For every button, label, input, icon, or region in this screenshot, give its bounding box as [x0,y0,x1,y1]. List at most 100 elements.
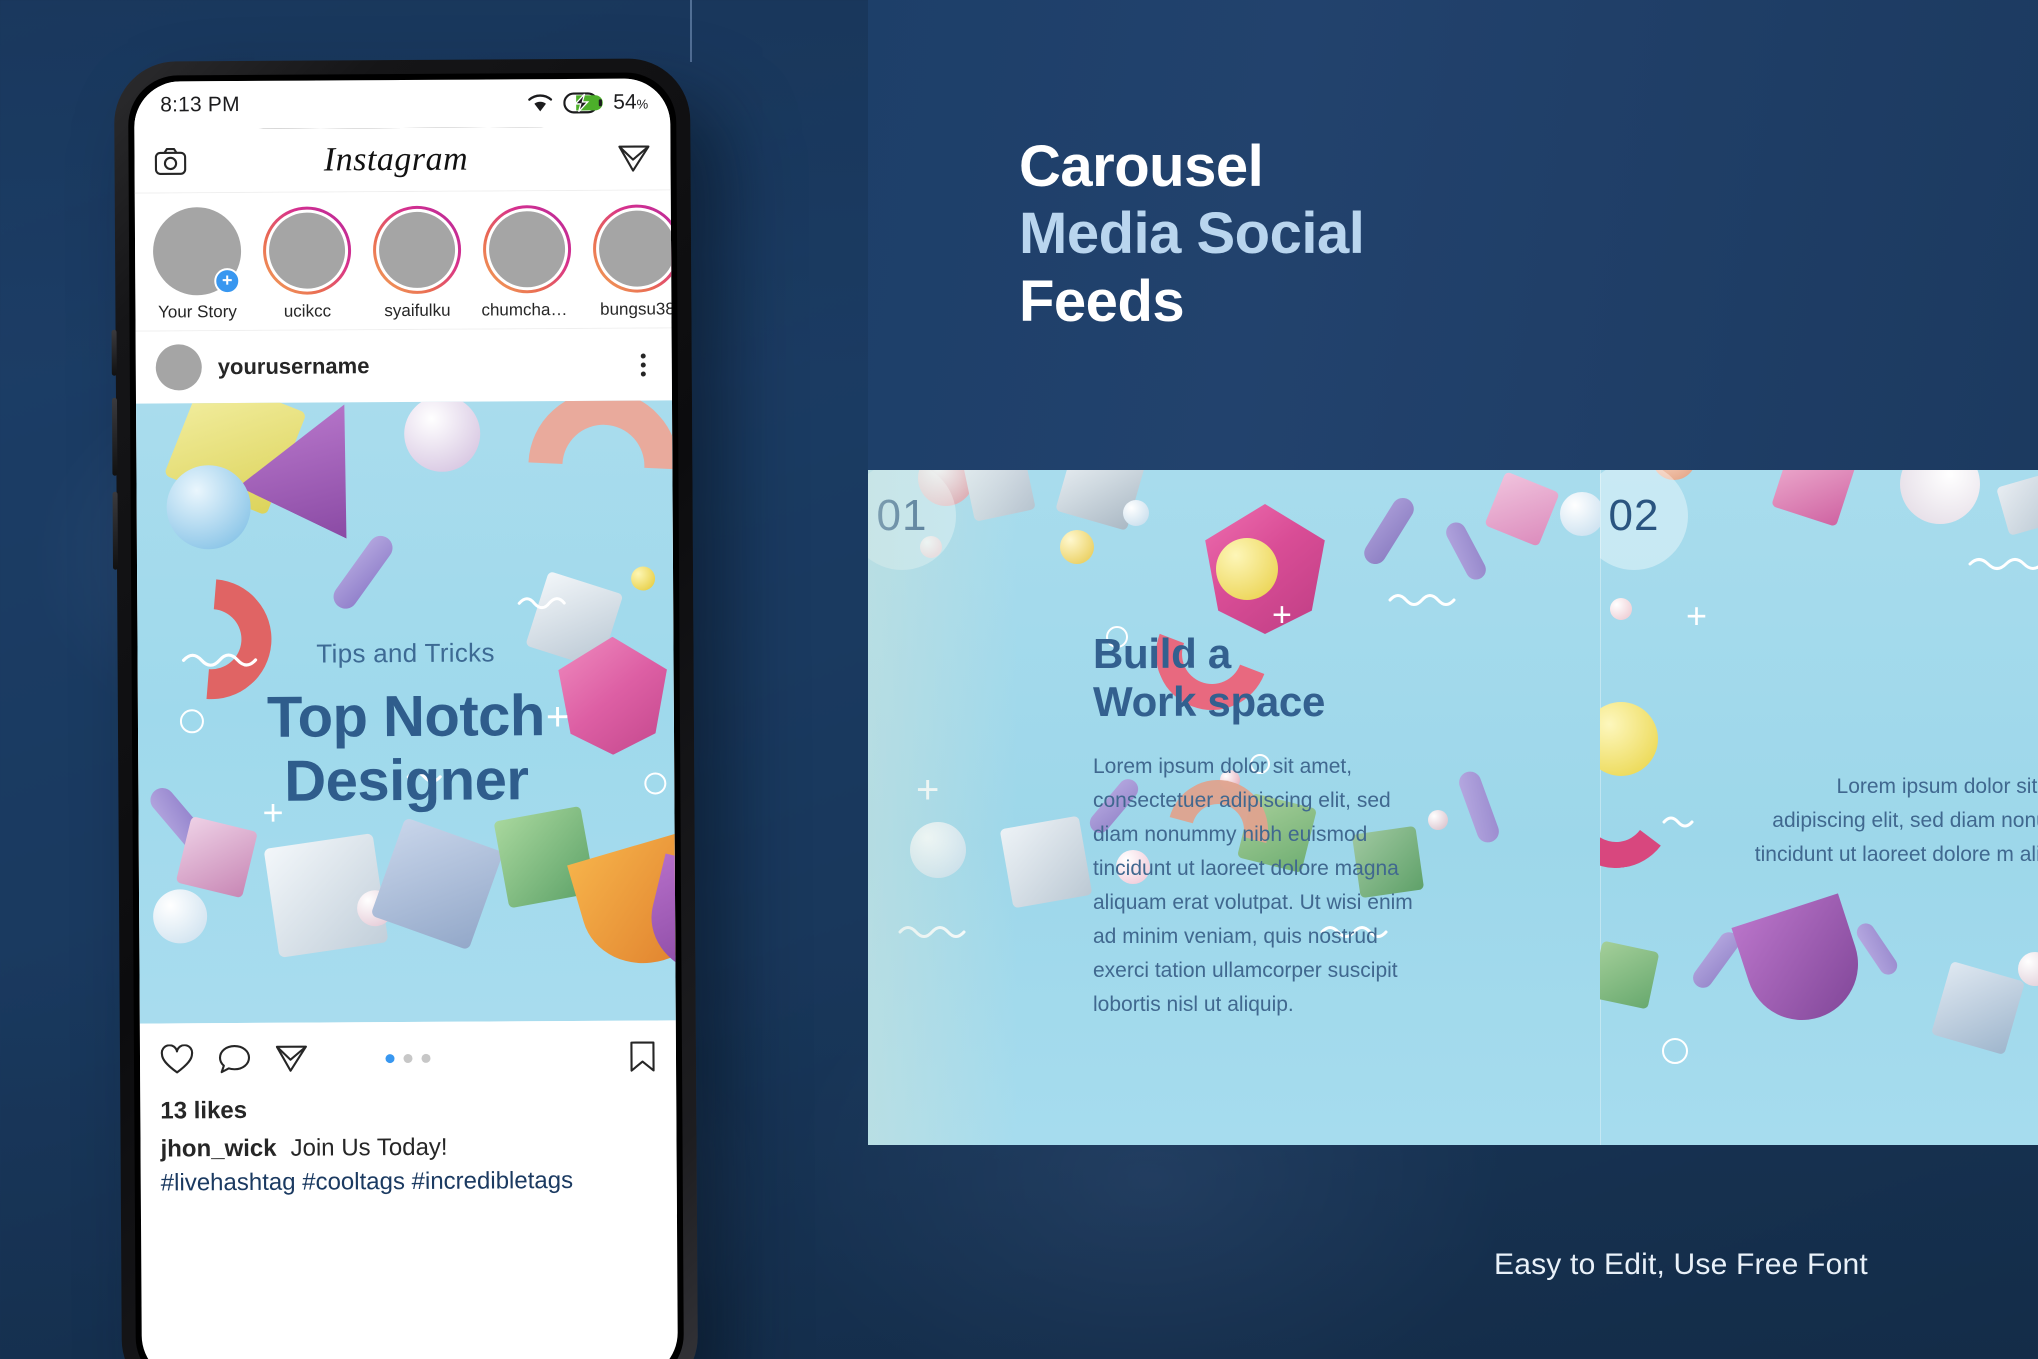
carousel-panel-01: + + 01 Build a Work space Lorem ipsum do… [868,470,1600,1145]
carousel-pager[interactable] [385,1053,431,1063]
story-name: bungsu38 [600,299,675,319]
decor-cylinder [328,531,398,614]
decor-sphere [920,536,942,558]
post-creative-text: Tips and Tricks Top Notch Designer [137,636,674,814]
decor-cube [1600,940,1660,1010]
decor-sphere [1060,530,1094,564]
likes-count: 13 likes [160,1096,248,1125]
decor-cube [1930,960,2026,1056]
avatar [378,211,456,289]
status-bar-indicators: 54% [527,91,648,116]
wifi-icon [527,93,553,113]
panel-title: Build a Work space [1093,630,1513,727]
post-caption: jhon_wick Join Us Today! [160,1132,656,1163]
send-icon[interactable] [275,1044,308,1074]
headline-line-2: Media Social [1019,201,1365,267]
phone-button-volume-up[interactable] [111,397,118,476]
story-avatar-ring [482,204,572,294]
headline-line-1: Carousel [1019,134,1264,199]
post-media[interactable]: + + Tips and Tricks Top Notch Designer [136,400,676,1024]
decor-sphere [1216,538,1278,600]
decor-cylinder [1853,919,1901,979]
panel-title: Avo Work Cre [1868,650,2038,747]
post-meta: 13 likes jhon_wick Join Us Today! #liveha… [140,1092,677,1218]
story-item[interactable]: chumchanch... [481,204,573,321]
story-name: ucikcc [283,301,332,321]
decor-cylinder [1360,493,1418,569]
carousel-preview-strip: + + 01 Build a Work space Lorem ipsum do… [868,470,2038,1145]
stories-tray[interactable]: + Your Story ucikcc syaifulku chumchanch… [134,190,678,332]
decor-sphere [403,400,481,473]
panel-number-bubble: 01 [868,470,956,570]
decor-plus: + [1272,596,1292,634]
caption-username[interactable]: jhon_wick [160,1135,276,1163]
decor-cone [1731,893,1873,1035]
avatar [488,211,566,288]
instagram-app-header: Instagram [134,126,671,194]
avatar [268,212,346,289]
avatar [598,210,676,287]
post-username[interactable]: yourusername [218,352,619,380]
phone-bezel: 8:13 PM 54% Instagram + Your Story ucikc… [127,72,685,1359]
post-header: yourusername [135,328,672,404]
post-title-line-2: Designer [284,747,529,814]
story-avatar-ring [372,205,462,295]
footer-note: Easy to Edit, Use Free Font [1494,1248,1868,1281]
decor-cylinder [1442,518,1490,584]
decor-wave [898,926,966,938]
decor-ring [1662,1038,1688,1064]
post-kicker: Tips and Tricks [316,637,495,669]
story-avatar-ring [592,204,678,293]
decor-cube [999,815,1093,909]
decor-cube [1771,470,1857,527]
background-guide-line [690,0,692,62]
post-hashtags[interactable]: #livehashtag #cooltags #incredibletags [161,1166,657,1197]
decor-torus [1600,748,1680,876]
avatar[interactable] [155,344,202,391]
panel-title-line-1: Build a [1093,630,1231,677]
phone-screen: 8:13 PM 54% Instagram + Your Story ucikc… [134,78,678,1359]
decor-sphere [152,889,208,944]
bookmark-icon[interactable] [629,1040,656,1072]
panel-body: Lorem ipsum dolor sit amet, consectetuer… [1093,755,1413,1017]
phone-mockup: 8:13 PM 54% Instagram + Your Story ucikc… [111,58,699,1359]
decor-cube [370,817,504,951]
panel-body: Lorem ipsum dolor sit amet, consec adipi… [1754,775,2038,867]
decor-sphere [918,470,974,506]
decor-sphere [631,566,656,591]
decor-plus: + [1686,595,1708,636]
carousel-panel-02: + 02 Avo Work Cre Lorem ipsum dolor sit … [1600,470,2038,1145]
panel-number: 01 [876,491,928,540]
story-item[interactable]: bungsu38 [591,204,678,320]
plus-icon[interactable]: + [214,268,241,295]
decor-wave [1662,816,1694,828]
post-title: Top Notch Designer [138,683,675,814]
decor-cube [175,816,258,899]
status-bar: 8:13 PM 54% [134,78,671,130]
story-item[interactable]: + Your Story [151,206,244,323]
send-icon[interactable] [617,143,650,173]
decor-sphere [1610,598,1632,620]
kebab-menu-icon[interactable] [635,347,652,382]
decor-cube [1996,474,2038,536]
story-item[interactable]: syaifulku [371,205,464,322]
comment-icon[interactable] [218,1043,251,1074]
decor-plus: + [916,768,940,812]
phone-button-volume-down[interactable] [112,491,119,570]
decor-cylinder [1456,768,1502,846]
battery-charging-icon [563,92,603,114]
story-item[interactable]: ucikcc [261,206,354,322]
decor-sphere [1900,470,1980,524]
panel-title-line-2: Work space [1093,678,1325,726]
phone-button-mute[interactable] [111,329,117,376]
decor-sphere [910,822,966,878]
battery-percent: 54% [613,90,649,114]
headline-line-3: Feeds [1019,268,1185,334]
story-name: Your Story [158,302,237,322]
post-actions [139,1020,677,1096]
decor-wave [517,597,566,610]
status-bar-time: 8:13 PM [160,93,240,117]
camera-icon[interactable] [154,147,187,175]
heart-icon[interactable] [160,1043,194,1075]
decor-wave [1388,594,1456,606]
